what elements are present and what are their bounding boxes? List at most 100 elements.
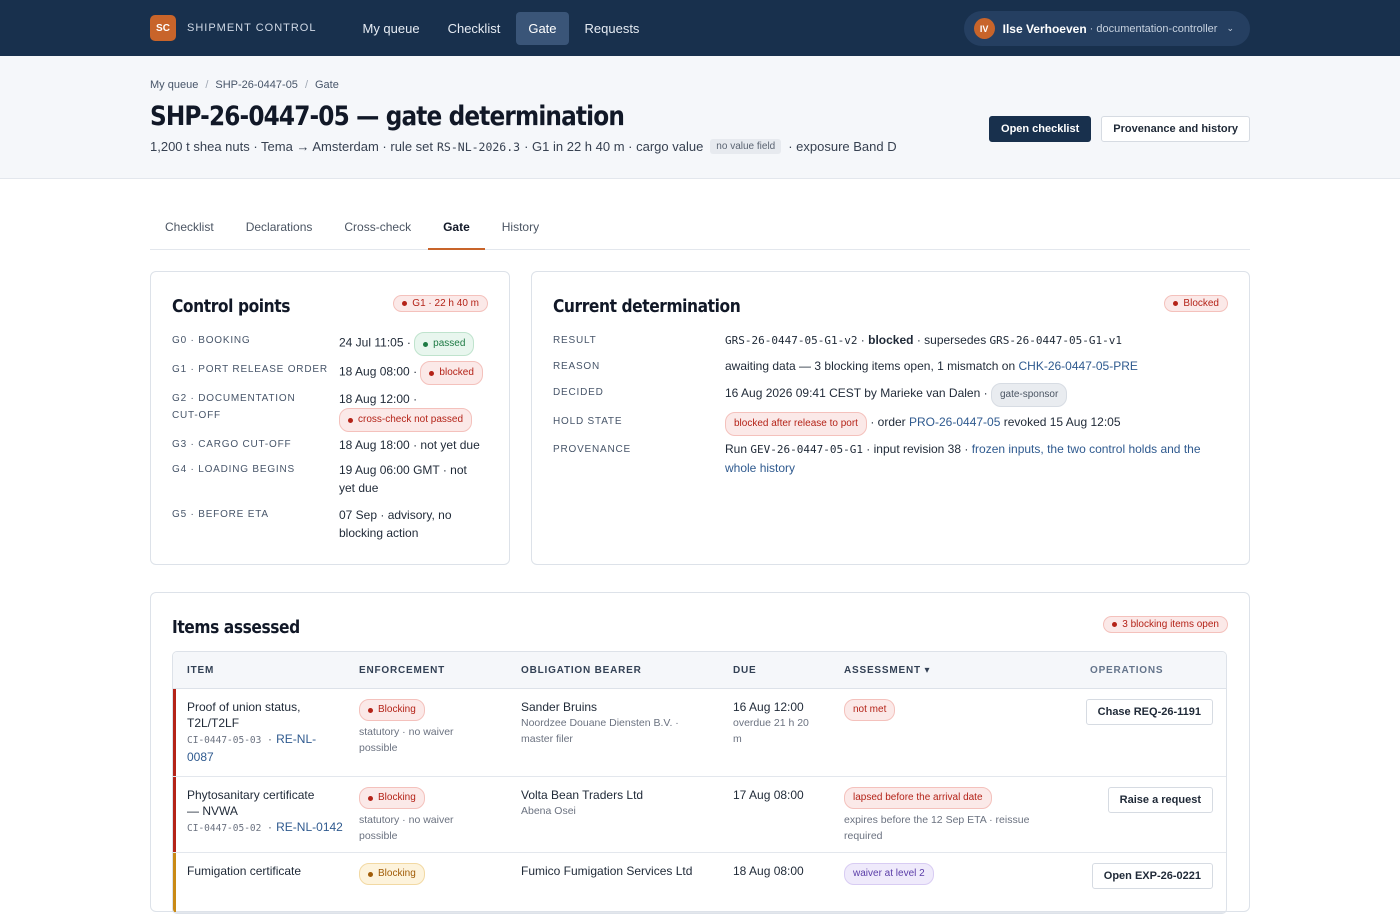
cp-value-line: yet due — [339, 481, 379, 495]
user-menu[interactable]: IV Ilse Verhoeven · documentation-contro… — [963, 11, 1250, 46]
breadcrumb-separator: / — [304, 79, 308, 91]
item-name: Fumigation certificate — [187, 864, 302, 878]
tab-cross-check[interactable]: Cross-check — [329, 207, 426, 250]
hold-chip: blocked after release to port — [725, 412, 867, 436]
status-dot-icon — [368, 871, 373, 877]
breadcrumb-shipment[interactable]: SHP-26-0447-05 — [215, 79, 298, 91]
row-severity-bar — [173, 853, 176, 912]
item-name: Proof of union status, — [187, 700, 301, 714]
bearer-org: Noordzee Douane Diensten B.V. · — [521, 717, 679, 729]
status-dot-icon — [423, 341, 429, 347]
run-code: GEV-26-0447-05-G1 — [750, 443, 863, 456]
badge-text: G1 · 22 h 40 m — [412, 298, 479, 309]
user-name: Ilse Verhoeven — [1002, 21, 1087, 36]
header-actions: Open checklist Provenance and history — [989, 116, 1250, 142]
column-header-enforcement: ENFORCEMENT — [359, 664, 446, 676]
rule-ref-link[interactable]: RE-NL- — [276, 732, 316, 746]
item-cell: Proof of union status, T2L/T2LF CI-0447-… — [187, 699, 347, 765]
provenance-link[interactable]: whole history — [725, 461, 795, 475]
page-subtitle: 1,200 t shea nuts · Tema → Amsterdam · r… — [150, 139, 897, 154]
result-mid: · supersedes — [916, 333, 987, 347]
provenance-history-button[interactable]: Provenance and history — [1101, 116, 1250, 142]
rule-ref-link[interactable]: RE-NL-0142 — [276, 820, 343, 834]
badge-text: Blocked — [1183, 298, 1219, 309]
rule-ref-link[interactable]: 0087 — [187, 749, 347, 765]
bearer-contact: Abena Osei — [521, 805, 576, 817]
overdue-note: overdue 21 h 20 — [733, 717, 809, 729]
status-text: cross-check not passed — [358, 414, 464, 425]
due-cell: 16 Aug 12:00 overdue 21 h 20 m — [733, 699, 833, 747]
app-logo[interactable]: SC — [150, 15, 176, 41]
breadcrumb-my-queue[interactable]: My queue — [150, 79, 198, 91]
main-nav: My queue Checklist Gate Requests — [350, 11, 652, 45]
chevron-down-icon: ⌄ — [1226, 23, 1234, 33]
cp-label: G5 · BEFORE ETA — [172, 509, 269, 520]
cp-value: 07 Sep · advisory, no blocking action — [339, 506, 489, 542]
bearer-cell: Fumico Fumigation Services Ltd — [521, 863, 721, 879]
enforcement-cell: Blocking — [359, 863, 509, 885]
raise-request-button[interactable]: Raise a request — [1107, 787, 1213, 813]
tab-history[interactable]: History — [487, 207, 554, 250]
field-label: REASON — [553, 361, 601, 372]
field-label: PROVENANCE — [553, 444, 632, 455]
due-cell: 17 Aug 08:00 — [733, 787, 833, 803]
enforcement-note: possible — [359, 830, 398, 842]
cp-value: 24 Jul 11:05 · passed — [339, 332, 489, 356]
cp-label-line: G2 · DOCUMENTATION — [172, 393, 296, 404]
table-row: Proof of union status, T2L/T2LF CI-0447-… — [173, 689, 1226, 777]
reason-row: REASON awaiting data — 3 blocking items … — [553, 357, 1233, 376]
open-checklist-button[interactable]: Open checklist — [989, 116, 1092, 142]
blocking-count-badge: 3 blocking items open — [1103, 616, 1228, 633]
breadcrumb-separator: / — [205, 79, 209, 91]
check-link[interactable]: CHK-26-0447-05-PRE — [1019, 359, 1138, 373]
cp-value: 18 Aug 08:00 · blocked — [339, 361, 489, 385]
decided-row: DECIDED 16 Aug 2026 09:41 CEST by Mariek… — [553, 383, 1233, 407]
status-dot-icon — [368, 795, 373, 801]
blocked-badge: Blocked — [1164, 295, 1228, 312]
nav-gate[interactable]: Gate — [516, 11, 569, 45]
status-text: blocked — [439, 367, 474, 378]
cp-value: 18 Aug 18:00 · not yet due — [339, 438, 480, 452]
assessment-note: expires before the 12 Sep ETA · reissue — [844, 814, 1030, 826]
top-nav: SC SHIPMENT CONTROL My queue Checklist G… — [0, 0, 1400, 56]
cp-label: G1 · PORT RELEASE ORDER — [172, 364, 328, 375]
nav-my-queue[interactable]: My queue — [350, 12, 431, 45]
order-link[interactable]: PRO-26-0447-05 — [909, 415, 1000, 429]
control-points-title: Control points — [172, 296, 291, 317]
cp-value-line: blocking action — [339, 526, 419, 540]
provenance-link[interactable]: frozen inputs, the two control holds and… — [972, 442, 1201, 456]
operations-cell: Raise a request — [1107, 787, 1213, 813]
tab-gate[interactable]: Gate — [428, 207, 485, 250]
enforcement-note: statutory · no waiver — [359, 814, 454, 826]
field-label: DECIDED — [553, 387, 604, 398]
app-name: SHIPMENT CONTROL — [187, 22, 317, 34]
bearer-name: Fumico Fumigation Services Ltd — [521, 864, 693, 878]
cp-value-line: 07 Sep · advisory, no — [339, 508, 452, 522]
enforcement-badge: Blocking — [359, 787, 425, 809]
assessment-note: required — [844, 830, 883, 842]
cp-label: G3 · CARGO CUT-OFF — [172, 439, 292, 450]
nav-checklist[interactable]: Checklist — [436, 12, 513, 45]
items-assessed-card: Items assessed 3 blocking items open ITE… — [150, 592, 1250, 914]
g1-countdown-badge: G1 · 22 h 40 m — [393, 295, 488, 312]
open-exception-button[interactable]: Open EXP-26-0221 — [1091, 863, 1213, 889]
item-code: CI-0447-05-02 · — [187, 823, 273, 834]
assessment-cell: lapsed before the arrival date expires b… — [844, 787, 1074, 844]
status-badge: blocked — [420, 361, 483, 385]
role-chip: gate-sponsor — [990, 383, 1068, 407]
tab-checklist[interactable]: Checklist — [150, 207, 229, 250]
chase-request-button[interactable]: Chase REQ-26-1191 — [1085, 699, 1213, 725]
field-value: awaiting data — 3 blocking items open, 1… — [725, 357, 1230, 376]
result-code: GRS-26-0447-05-G1-v2 — [725, 334, 858, 347]
nav-requests[interactable]: Requests — [573, 12, 652, 45]
enforcement-badge: Blocking — [359, 699, 425, 721]
tab-declarations[interactable]: Declarations — [231, 207, 328, 250]
column-header-assessment[interactable]: ASSESSMENT ▾ — [844, 665, 930, 676]
enforcement-cell: Blocking statutory · no waiver possible — [359, 787, 509, 844]
items-title: Items assessed — [172, 617, 300, 638]
operations-cell: Open EXP-26-0221 — [1091, 863, 1213, 889]
cp-label: G2 · DOCUMENTATION CUT-OFF — [172, 390, 339, 432]
item-name: Phytosanitary certificate — [187, 788, 315, 802]
cp-date: 18 Aug 12:00 · — [339, 392, 418, 406]
overdue-note: m — [733, 733, 742, 745]
